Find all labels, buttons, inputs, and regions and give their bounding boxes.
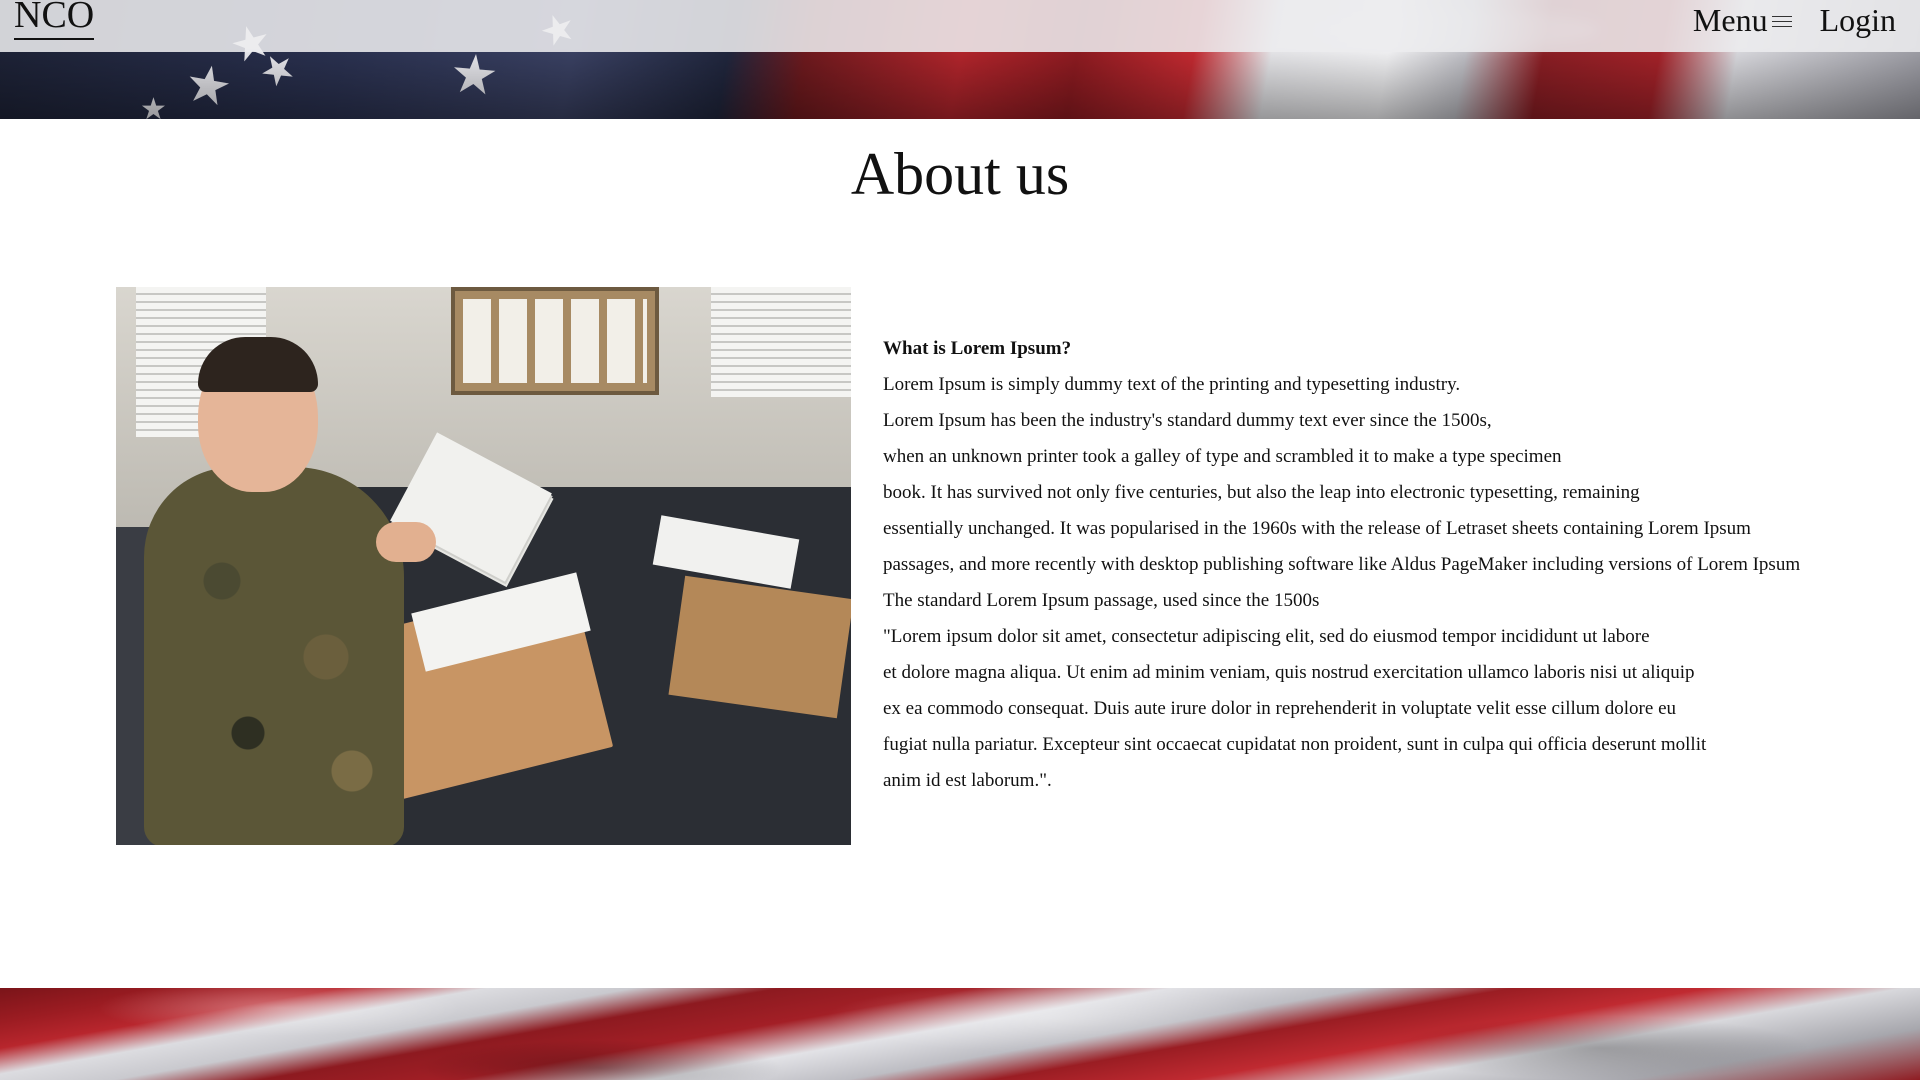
menu-label: Menu bbox=[1692, 2, 1768, 38]
article-line: essentially unchanged. It was popularise… bbox=[883, 518, 1751, 539]
page-title: About us bbox=[850, 141, 1070, 207]
article-line: Lorem Ipsum is simply dummy text of the … bbox=[883, 374, 1461, 395]
hamburger-menu-icon bbox=[1771, 15, 1792, 29]
brand-logo-link[interactable]: NCO bbox=[14, 0, 95, 40]
article-question: What is Lorem Ipsum? bbox=[883, 338, 1072, 359]
photo-window-blinds bbox=[711, 287, 851, 397]
login-link[interactable]: Login bbox=[1820, 4, 1896, 36]
article-line: ex ea commodo consequat. Duis aute irure… bbox=[883, 698, 1676, 719]
photo-hand bbox=[376, 522, 436, 562]
top-navbar: NCO Menu Login bbox=[0, 0, 1920, 52]
photo-bulletin-board bbox=[451, 287, 659, 395]
nav-links: Menu Login bbox=[1693, 4, 1896, 36]
photo-soldier-uniform bbox=[144, 467, 404, 845]
article-line: Lorem Ipsum has been the industry's stan… bbox=[883, 410, 1492, 431]
article-line: The standard Lorem Ipsum passage, used s… bbox=[883, 590, 1320, 611]
article-line: passages, and more recently with desktop… bbox=[883, 554, 1801, 575]
article-line: when an unknown printer took a galley of… bbox=[883, 446, 1562, 467]
article-line: anim id est laborum.". bbox=[883, 770, 1052, 791]
article-line: fugiat nulla pariatur. Excepteur sint oc… bbox=[883, 734, 1707, 755]
article-line: et dolore magna aliqua. Ut enim ad minim… bbox=[883, 662, 1695, 683]
article-line: book. It has survived not only five cent… bbox=[883, 482, 1640, 503]
login-label: Login bbox=[1819, 2, 1896, 38]
footer-flag-banner bbox=[0, 988, 1920, 1080]
about-article: What is Lorem Ipsum? Lorem Ipsum is simp… bbox=[883, 331, 1883, 799]
menu-button[interactable]: Menu bbox=[1693, 4, 1792, 36]
article-line: "Lorem ipsum dolor sit amet, consectetur… bbox=[883, 626, 1650, 647]
flag-waves bbox=[0, 988, 1920, 1080]
soldier-photo bbox=[116, 287, 851, 845]
photo-folder-stack bbox=[668, 575, 851, 719]
